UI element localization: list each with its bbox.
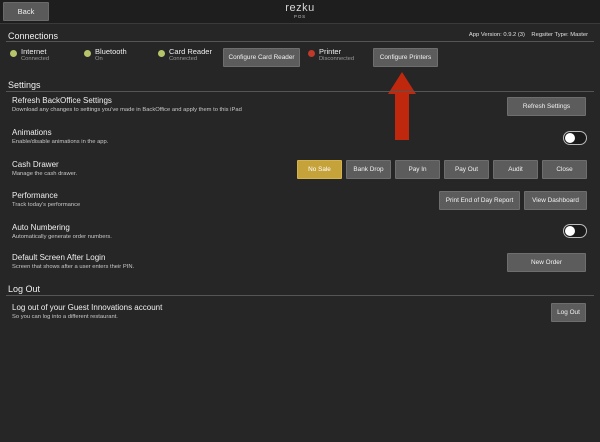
- bank-drop-button[interactable]: Bank Drop: [346, 160, 391, 179]
- configure-printers-button[interactable]: Configure Printers: [373, 48, 438, 67]
- status-dot-icon: [84, 50, 91, 57]
- toggle-knob: [565, 226, 575, 236]
- auto-numbering-toggle[interactable]: [563, 224, 587, 238]
- settings-title: Settings: [8, 80, 41, 90]
- view-dashboard-button[interactable]: View Dashboard: [524, 191, 587, 210]
- close-button[interactable]: Close: [542, 160, 587, 179]
- status-dot-icon: [308, 50, 315, 57]
- brand-name: rezku: [285, 2, 315, 14]
- no-sale-button[interactable]: No Sale: [297, 160, 342, 179]
- setting-performance: Performance Track today's performance: [12, 191, 81, 208]
- connection-status: Connected: [21, 55, 50, 62]
- animations-toggle[interactable]: [563, 131, 587, 145]
- setting-title: Log out of your Guest Innovations accoun…: [12, 303, 163, 312]
- connection-name: Printer: [319, 47, 342, 56]
- brand-sub: POS: [294, 14, 306, 19]
- configure-card-reader-button[interactable]: Configure Card Reader: [223, 48, 300, 67]
- status-dot-icon: [10, 50, 17, 57]
- red-arrow-icon: [388, 72, 416, 140]
- pay-out-button[interactable]: Pay Out: [444, 160, 489, 179]
- setting-refresh: Refresh BackOffice Settings Download any…: [12, 96, 242, 113]
- setting-description: Enable/disable animations in the app.: [12, 138, 109, 145]
- connection-bluetooth: Bluetooth On: [84, 48, 127, 62]
- connection-name: Card Reader: [169, 47, 212, 56]
- connection-status: Disconnected: [319, 55, 355, 62]
- setting-auto-numbering: Auto Numbering Automatically generate or…: [12, 223, 112, 240]
- setting-cash-drawer: Cash Drawer Manage the cash drawer.: [12, 160, 78, 177]
- setting-title: Auto Numbering: [12, 223, 70, 232]
- brand-logo: rezku POS: [0, 3, 600, 20]
- print-end-of-day-report-button[interactable]: Print End of Day Report: [439, 191, 520, 210]
- setting-animations: Animations Enable/disable animations in …: [12, 128, 109, 145]
- connection-status: On: [95, 55, 103, 62]
- logout-title: Log Out: [8, 284, 41, 294]
- connection-name: Internet: [21, 47, 47, 56]
- connection-status: Connected: [169, 55, 198, 62]
- connection-name: Bluetooth: [95, 47, 127, 56]
- setting-title: Default Screen After Login: [12, 253, 106, 262]
- connection-internet: Internet Connected: [10, 48, 49, 62]
- connections-divider: [6, 41, 594, 42]
- status-dot-icon: [158, 50, 165, 57]
- setting-description: Track today's performance: [12, 201, 81, 208]
- setting-default-screen: Default Screen After Login Screen that s…: [12, 253, 135, 270]
- app-info: App Version: 0.9.2 (3) Regsiter Type: Ma…: [468, 32, 588, 38]
- refresh-settings-button[interactable]: Refresh Settings: [507, 97, 586, 116]
- setting-title: Cash Drawer: [12, 160, 59, 169]
- connection-card-reader: Card Reader Connected: [158, 48, 212, 62]
- setting-title: Animations: [12, 128, 52, 137]
- settings-divider: [6, 91, 594, 92]
- setting-title: Refresh BackOffice Settings: [12, 96, 112, 105]
- pay-in-button[interactable]: Pay In: [395, 160, 440, 179]
- setting-logout: Log out of your Guest Innovations accoun…: [12, 303, 163, 320]
- setting-title: Performance: [12, 191, 58, 200]
- setting-description: Screen that shows after a user enters th…: [12, 263, 135, 270]
- log-out-button[interactable]: Log Out: [551, 303, 586, 322]
- audit-button[interactable]: Audit: [493, 160, 538, 179]
- toggle-knob: [565, 133, 575, 143]
- setting-description: Download any changes to settings you've …: [12, 106, 242, 113]
- setting-description: So you can log into a different restaura…: [12, 313, 118, 320]
- connection-printer: Printer Disconnected: [308, 48, 354, 62]
- setting-description: Automatically generate order numbers.: [12, 233, 112, 240]
- connections-title: Connections: [8, 31, 59, 41]
- logout-divider: [6, 295, 594, 296]
- new-order-button[interactable]: New Order: [507, 253, 586, 272]
- setting-description: Manage the cash drawer.: [12, 170, 78, 177]
- top-bar: Back rezku POS: [0, 0, 600, 24]
